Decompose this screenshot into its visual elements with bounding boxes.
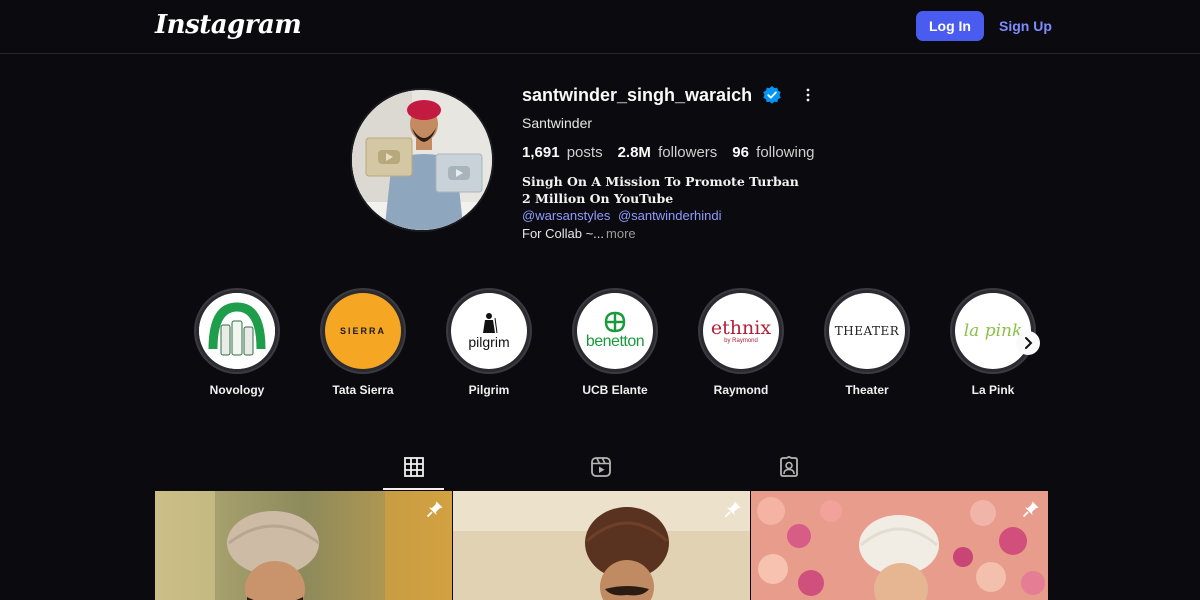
bio-mentions: @warsanstyles @santwinderhindi [522,208,722,223]
bio-more-link[interactable]: more [606,226,636,241]
bio-line-2: 2 Million On YouTube [522,191,674,206]
highlight-cover: THEATER [829,293,905,369]
followers-label: followers [658,144,718,161]
highlight-label: La Pink [971,383,1015,397]
highlight-label: UCB Elante [582,383,648,397]
post-image [751,491,1048,600]
highlight-cover: ethnix by Raymond [703,293,779,369]
posts-count: 1,691 [522,144,560,161]
highlight-ucb-elante[interactable]: benetton UCB Elante [570,288,660,397]
highlight-novology[interactable]: Novology [192,288,282,397]
pinned-icon [426,501,443,518]
highlight-pilgrim[interactable]: pilgrim Pilgrim [444,288,534,397]
highlight-ring: THEATER [824,288,910,374]
instagram-logo[interactable]: Instagram [155,10,302,40]
posts-label: posts [566,144,603,161]
posts-stat: 1,691 posts [522,144,603,161]
highlight-ring [194,288,280,374]
following-count: 96 [732,144,749,161]
avatar-photo [352,90,492,230]
chevron-right-icon [1025,337,1033,349]
highlight-label: Theater [845,383,889,397]
profile-username: santwinder_singh_waraich [522,85,753,105]
benetton-logo-text: benetton [585,333,645,350]
profile-stats: 1,691 posts 2.8M followers 96 following [522,144,815,161]
followers-count: 2.8M [617,144,651,161]
post-image [155,491,452,600]
lapink-logo-text: la pink [963,321,1023,341]
highlight-cover [199,293,275,369]
more-options-icon[interactable] [800,86,816,104]
profile-full-name: Santwinder [522,115,593,131]
bio-collab-text: For Collab ~... [522,226,605,241]
highlights-next-button[interactable] [1016,331,1040,355]
top-nav: Instagram Log In Sign Up [0,0,1200,54]
pilgrim-logo-text: pilgrim [468,334,510,350]
novology-logo-icon [199,293,275,369]
bio-line-1: Singh On A Mission To Promote Turban [522,174,799,189]
highlight-tata-sierra[interactable]: SIERRA Tata Sierra [318,288,408,397]
highlight-raymond[interactable]: ethnix by Raymond Raymond [696,288,786,397]
mention-link-warsanstyles[interactable]: @warsanstyles [522,208,610,223]
post-thumbnail[interactable] [453,491,750,600]
sierra-logo-text: SIERRA [339,326,386,336]
tab-tagged[interactable] [758,456,819,490]
tab-posts[interactable] [383,456,444,490]
highlight-cover: SIERRA [325,293,401,369]
highlight-label: Pilgrim [468,383,510,397]
raymond-subtext: by Raymond [724,338,758,344]
post-thumbnail[interactable] [751,491,1048,600]
benetton-knot-icon [604,311,626,333]
reels-icon [590,457,611,477]
pinned-icon [1022,501,1039,518]
highlight-ring: benetton [572,288,658,374]
mention-link-santwinderhindi[interactable]: @santwinderhindi [618,208,722,223]
bio-collab: For Collab ~... more [522,226,636,241]
signup-link[interactable]: Sign Up [999,18,1052,34]
followers-stat[interactable]: 2.8M followers [618,144,718,161]
following-stat[interactable]: 96 following [732,144,814,161]
highlight-ring: pilgrim [446,288,532,374]
tab-reels[interactable] [570,456,631,490]
theater-logo-text: THEATER [834,324,900,338]
highlight-label: Tata Sierra [332,383,394,397]
post-image [453,491,750,600]
following-label: following [756,144,815,161]
highlight-label: Novology [209,383,265,397]
tagged-icon [779,456,798,477]
login-button[interactable]: Log In [916,11,984,41]
verified-badge-icon [763,86,781,104]
ethnix-logo-text: ethnix [710,317,772,339]
highlight-cover: pilgrim [451,293,527,369]
highlight-label: Raymond [713,383,769,397]
highlight-cover: benetton [577,293,653,369]
pinned-icon [724,501,741,518]
highlight-ring: SIERRA [320,288,406,374]
post-thumbnail[interactable] [155,491,452,600]
profile-tabs [0,450,1200,490]
grid-icon [403,457,424,477]
profile-avatar[interactable] [350,88,494,232]
highlight-ring: ethnix by Raymond [698,288,784,374]
pilgrim-figure-icon [483,313,498,334]
highlight-theater[interactable]: THEATER Theater [822,288,912,397]
